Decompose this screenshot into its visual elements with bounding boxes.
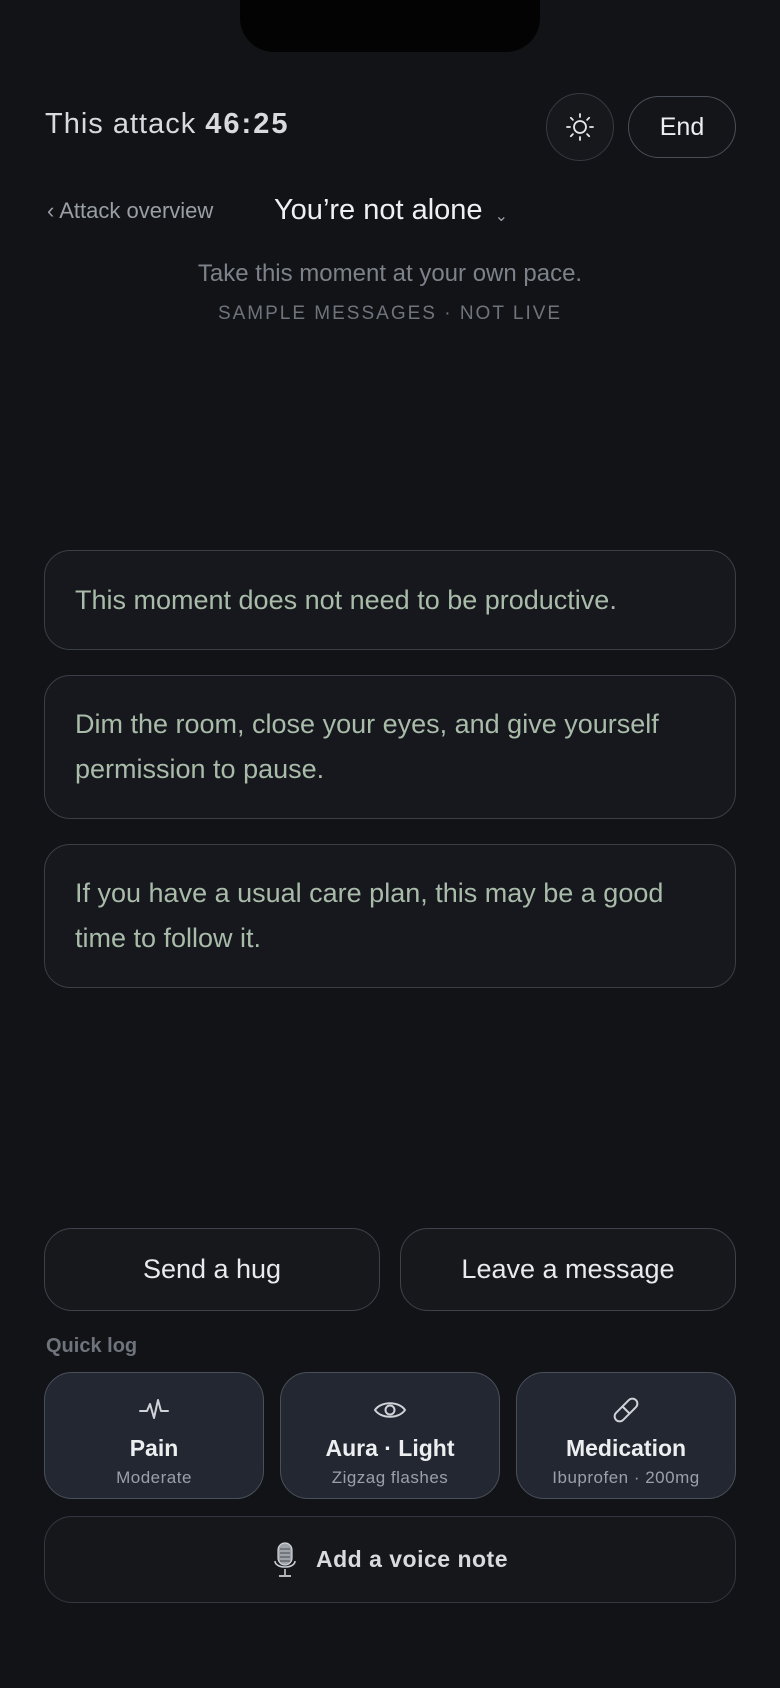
send-hug-button[interactable]: Send a hug: [44, 1228, 380, 1311]
leave-message-button[interactable]: Leave a message: [400, 1228, 736, 1311]
message-card: Dim the room, close your eyes, and give …: [44, 675, 736, 819]
quick-log-pain[interactable]: Pain Moderate: [44, 1372, 264, 1499]
timer-label: This attack: [45, 108, 197, 140]
quick-log-medication[interactable]: Medication Ibuprofen · 200mg: [516, 1372, 736, 1499]
sample-note: SAMPLE MESSAGES · NOT LIVE: [217, 303, 563, 324]
channel-selector[interactable]: You’re not alone ⌄: [274, 194, 508, 227]
quick-log-title: Medication: [565, 1435, 687, 1461]
message-card: This moment does not need to be producti…: [44, 550, 736, 650]
device-notch: [240, 0, 540, 52]
quick-log-subtitle: Zigzag flashes: [331, 1468, 449, 1487]
chevron-down-icon: ⌄: [494, 207, 508, 225]
pill-icon: [613, 1397, 639, 1423]
channel-title: You’re not alone: [274, 194, 483, 226]
intro-subtitle: Take this moment at your own pace.: [197, 260, 583, 287]
quick-log-label: Quick log: [46, 1335, 138, 1357]
eye-icon: [373, 1402, 407, 1418]
quick-log-aura[interactable]: Aura · Light Zigzag flashes: [280, 1372, 500, 1499]
voice-note-label: Add a voice note: [315, 1546, 509, 1572]
message-text: This moment does not need to be producti…: [75, 584, 617, 615]
add-voice-note-button[interactable]: Add a voice note: [44, 1516, 736, 1603]
quick-log-subtitle: Ibuprofen · 200mg: [552, 1468, 700, 1487]
attack-overview-link[interactable]: ‹ Attack overview: [47, 198, 213, 224]
message-text: If you have a usual care plan, this may …: [75, 878, 664, 953]
message-text: Dim the room, close your eyes, and give …: [75, 709, 659, 784]
quick-log-subtitle: Moderate: [116, 1468, 192, 1487]
sun-icon: [566, 113, 594, 141]
pulse-icon: [139, 1399, 169, 1419]
microphone-icon: [274, 1541, 296, 1577]
end-button[interactable]: End: [628, 96, 736, 158]
theme-toggle-button[interactable]: [546, 93, 614, 161]
message-card: If you have a usual care plan, this may …: [44, 844, 736, 988]
quick-log-title: Aura · Light: [325, 1435, 455, 1461]
attack-timer: This attack 46:25: [45, 108, 289, 141]
timer-value: 46:25: [205, 108, 290, 140]
quick-log-title: Pain: [129, 1435, 179, 1461]
